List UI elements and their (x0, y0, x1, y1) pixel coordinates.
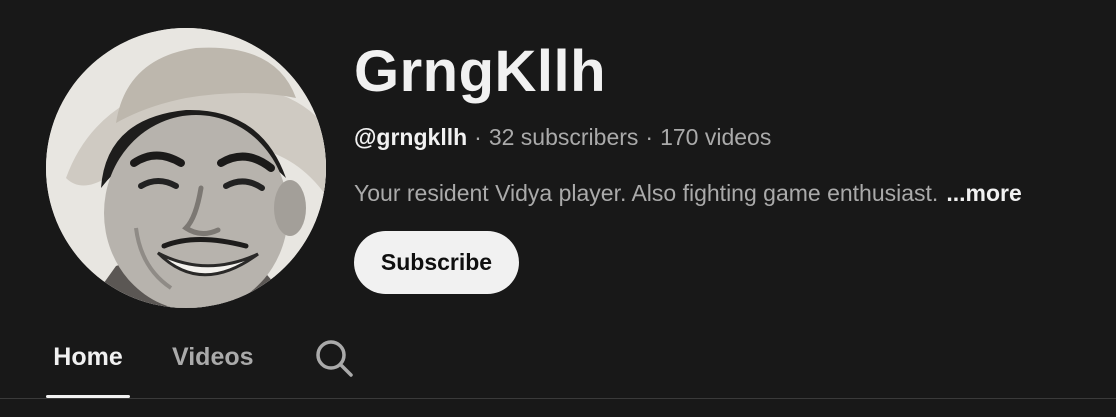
subscribe-button[interactable]: Subscribe (354, 231, 519, 294)
subscriber-count: 32 subscribers (488, 124, 639, 150)
meta-separator: · (474, 124, 482, 150)
meta-separator: · (645, 124, 654, 150)
tab-videos[interactable]: Videos (172, 320, 254, 396)
more-link[interactable]: ...more (946, 180, 1021, 206)
description-text: Your resident Vidya player. Also fightin… (354, 180, 939, 206)
video-count: 170 videos (660, 124, 772, 150)
tab-home[interactable]: Home (46, 320, 130, 398)
tabs-divider (0, 398, 1116, 399)
channel-meta: @grngkllh · 32 subscribers · 170 videos (354, 122, 771, 152)
channel-name: GrngKllh (354, 39, 607, 104)
channel-avatar[interactable] (46, 28, 326, 308)
search-icon[interactable] (314, 338, 356, 380)
tab-videos-label: Videos (172, 343, 254, 371)
channel-tabs: Home Videos (0, 320, 1116, 398)
avatar-portrait-icon (46, 28, 326, 308)
channel-description[interactable]: Your resident Vidya player. Also fightin… (354, 178, 1022, 208)
channel-header: GrngKllh @grngkllh · 32 subscribers · 170 vi… (0, 0, 1116, 417)
channel-handle: @grngkllh (354, 124, 468, 150)
tab-home-label: Home (53, 343, 123, 371)
